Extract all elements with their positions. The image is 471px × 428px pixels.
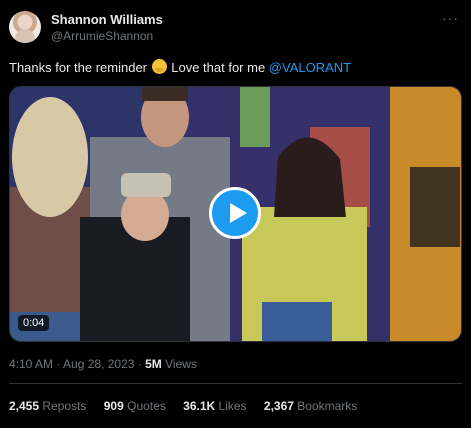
stat-likes[interactable]: 36.1K Likes (183, 399, 246, 413)
video-player[interactable]: 0:04 (9, 86, 462, 342)
stat-reposts[interactable]: 2,455 Reposts (9, 399, 86, 413)
views-label: Views (161, 357, 197, 371)
stat-quotes[interactable]: 909 Quotes (104, 399, 166, 413)
melting-face-emoji-icon (151, 59, 167, 74)
stat-count: 36.1K (183, 399, 216, 413)
more-icon[interactable]: ··· (442, 10, 459, 26)
tweet-text-part-2: Love that for me (167, 60, 269, 75)
mention-link[interactable]: @VALORANT (269, 60, 351, 75)
stat-count: 2,367 (263, 399, 294, 413)
tweet-text-part-1: Thanks for the reminder (9, 60, 151, 75)
author-handle[interactable]: @ArrumieShannon (51, 29, 153, 43)
stat-label: Bookmarks (297, 399, 358, 413)
stat-label: Quotes (127, 399, 166, 413)
stat-bookmarks[interactable]: 2,367 Bookmarks (264, 399, 357, 413)
stat-count: 2,455 (9, 399, 40, 413)
tweet-timestamp[interactable]: 4:10 AM · Aug 28, 2023 · (9, 357, 145, 371)
divider (9, 383, 462, 384)
tweet-card: Shannon Williams @ArrumieShannon ··· Tha… (0, 0, 471, 428)
stat-count: 909 (103, 399, 124, 413)
author-display-name[interactable]: Shannon Williams (51, 12, 163, 27)
play-icon[interactable] (209, 187, 261, 239)
tweet-text: Thanks for the reminder Love that for me… (9, 59, 351, 75)
stat-label: Reposts (42, 399, 87, 413)
author-avatar[interactable] (9, 11, 41, 43)
views-count: 5M (145, 357, 162, 371)
engagement-stats: 2,455 Reposts 909 Quotes 36.1K Likes 2,3… (9, 399, 371, 413)
stat-label: Likes (218, 399, 247, 413)
tweet-meta: 4:10 AM · Aug 28, 2023 · 5M Views (9, 357, 197, 371)
video-duration: 0:04 (18, 315, 50, 331)
